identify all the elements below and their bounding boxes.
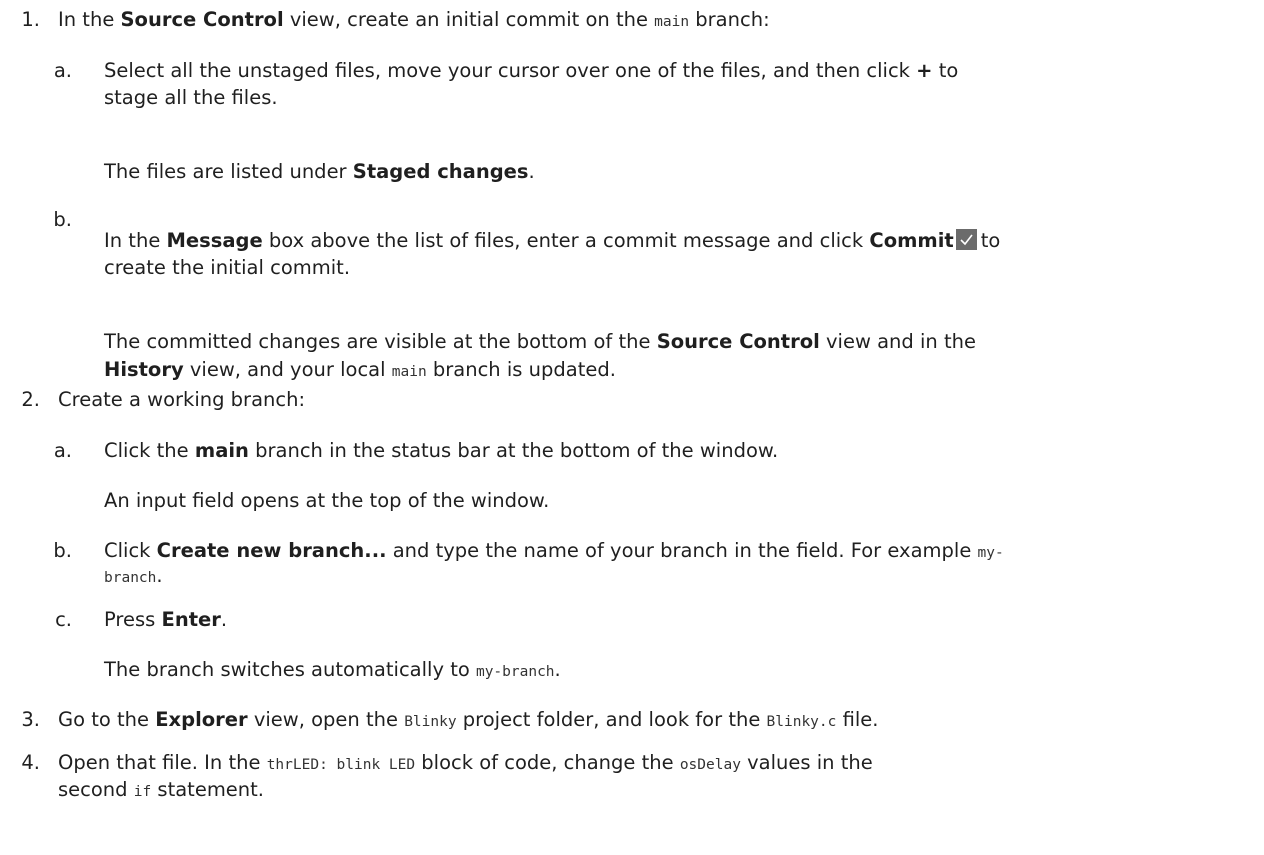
ui-term: History: [104, 358, 184, 381]
step-number: 2.: [21, 388, 40, 411]
inline-code: if: [133, 784, 152, 800]
substep-letter: c.: [55, 608, 72, 631]
substep-text: In the Message box above the list of fil…: [104, 229, 1001, 252]
ui-term: Create new branch...: [156, 539, 387, 562]
ui-term: Explorer: [155, 708, 248, 731]
step-number: 4.: [21, 751, 40, 774]
step-number: 3.: [21, 708, 40, 731]
substep-letter: b.: [53, 539, 72, 562]
inline-code: Blinky: [404, 714, 457, 730]
inline-code: my-: [977, 545, 1004, 561]
substep-text: Click the main branch in the status bar …: [104, 439, 779, 462]
inline-code: branch: [104, 570, 157, 586]
step-text: Go to the Explorer view, open the Blinky…: [58, 708, 879, 731]
substep-text: Press Enter.: [104, 608, 228, 631]
checkmark-icon: [955, 229, 977, 250]
substep-letter: a.: [53, 439, 72, 462]
step-text: In the Source Control view, create an in…: [58, 8, 770, 31]
inline-code: main: [654, 14, 690, 30]
ui-term: Enter: [161, 608, 221, 631]
ui-term: Source Control: [120, 8, 284, 31]
inline-code: Blinky.c: [766, 714, 837, 730]
ui-term: main: [194, 439, 249, 462]
substep-letter: b.: [53, 208, 72, 231]
ui-term: +: [916, 59, 933, 82]
step-text: Open that file. In the thrLED: blink LED…: [58, 751, 873, 774]
ui-term: Staged changes: [352, 160, 529, 183]
inline-code: osDelay: [679, 757, 741, 773]
inline-code: main: [391, 364, 427, 380]
ui-term: Commit: [869, 229, 954, 252]
step-text: Create a working branch:: [58, 388, 306, 411]
substep-text: Select all the unstaged files, move your…: [104, 59, 959, 82]
step-number: 1.: [21, 8, 40, 31]
inline-code: my-branch: [475, 664, 555, 680]
substep-text: Click Create new branch... and type the …: [104, 539, 1004, 562]
ui-term: Source Control: [656, 330, 820, 353]
inline-code: thrLED: blink LED: [266, 757, 416, 773]
ui-term: Message: [166, 229, 263, 252]
document-page: 1. In the Source Control view, create an…: [0, 0, 1264, 855]
substep-letter: a.: [53, 59, 72, 82]
